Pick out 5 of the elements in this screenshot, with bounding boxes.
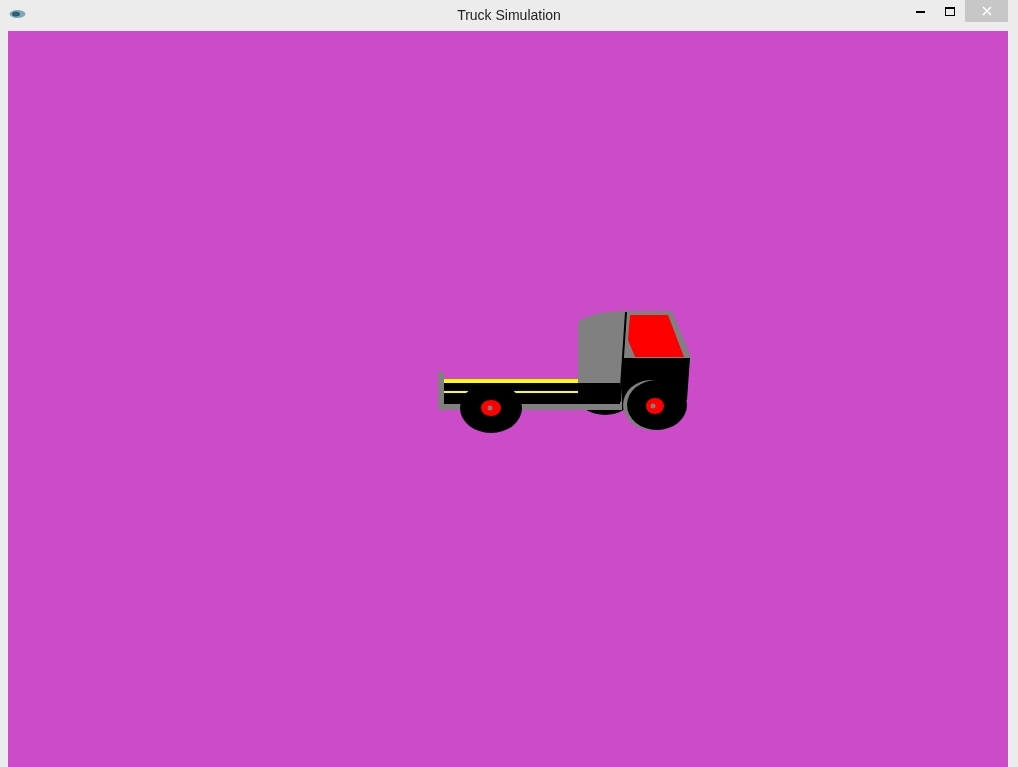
window-title: Truck Simulation (457, 6, 561, 25)
minimize-icon (915, 9, 925, 13)
maximize-icon (945, 6, 955, 16)
close-icon (981, 6, 992, 16)
app-icon (9, 9, 26, 19)
